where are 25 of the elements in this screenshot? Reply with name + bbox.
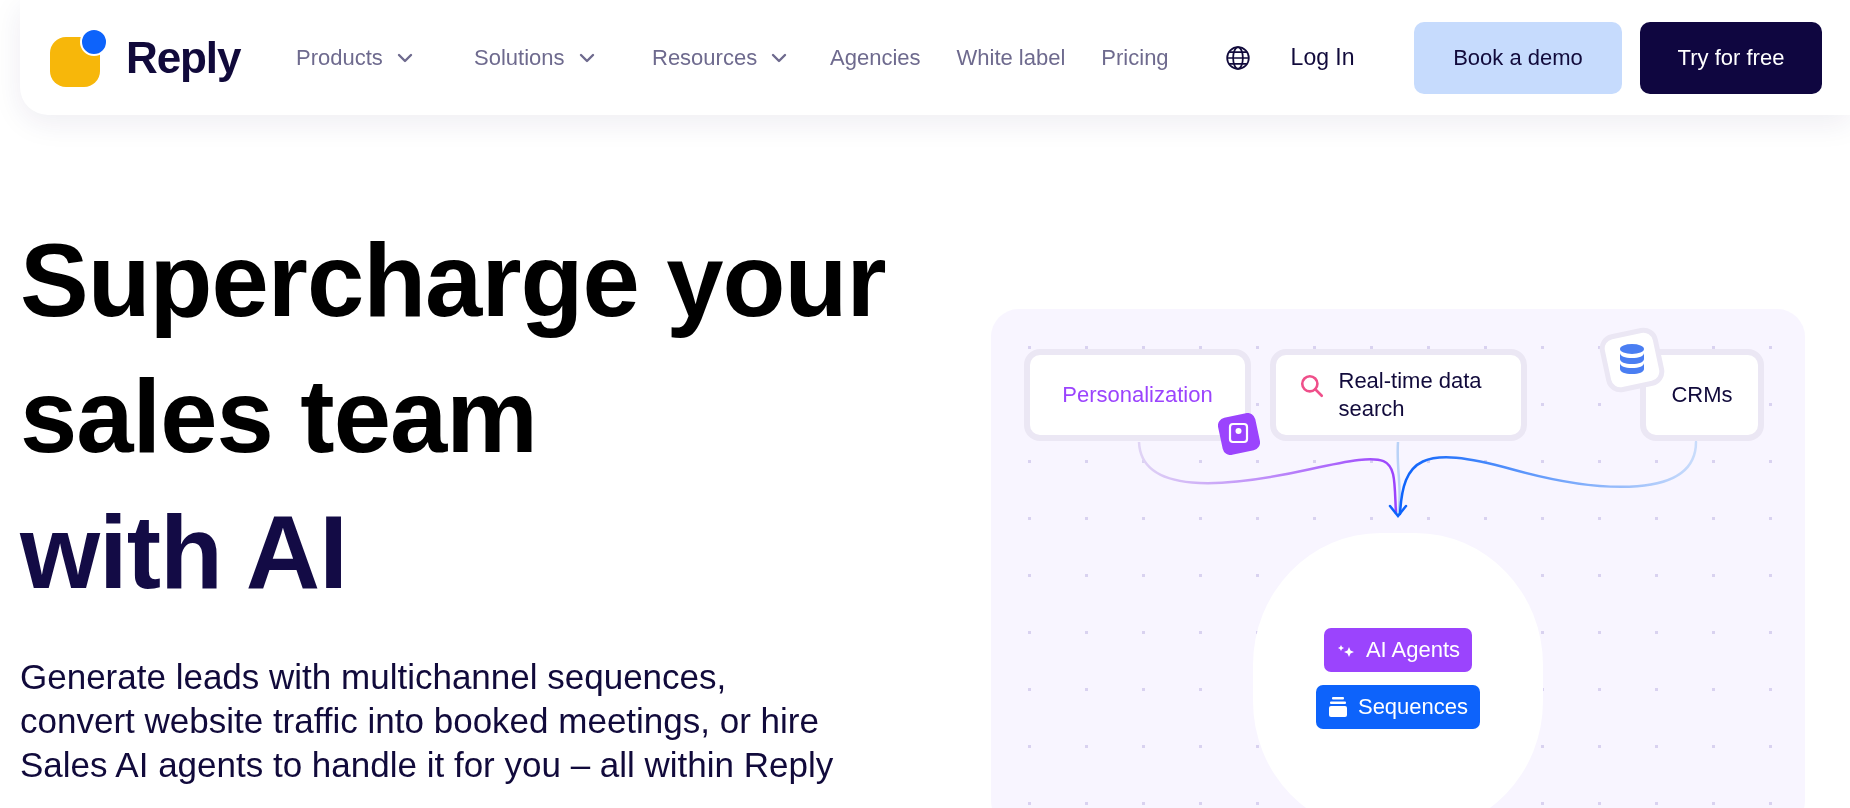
hero-heading-line: Supercharge your [20, 222, 886, 340]
nav-link[interactable]: Pricing [1101, 41, 1169, 74]
hero-heading-line: sales team [20, 358, 537, 476]
hero-heading-line: with AI [20, 494, 347, 612]
chevron-down-icon [578, 52, 595, 63]
chevron-down-icon [396, 52, 413, 63]
nav-link[interactable]: White label [956, 41, 1066, 74]
chevron-down-icon [771, 52, 788, 63]
stack-icon [1327, 695, 1348, 718]
nav-link[interactable]: Products [296, 41, 474, 74]
globe-icon[interactable] [1224, 44, 1251, 71]
nav-link[interactable]: Resources [652, 41, 830, 74]
nav-link[interactable]: Solutions [474, 41, 652, 74]
search-icon [1298, 373, 1325, 399]
book-demo-button[interactable]: Book a demo [1414, 21, 1622, 94]
try-free-button[interactable]: Try for free [1640, 21, 1822, 94]
source-label: CRMs [1671, 381, 1733, 409]
feature-tag: AI Agents [1323, 627, 1473, 672]
source-label: Real-time data search [1338, 367, 1483, 423]
source-label: Personalization [1062, 381, 1213, 409]
hero-description: Generate leads with multichannel sequences, convert website traffic into booked meetings, or hire Sales AI agents to handle it for you – all within Reply [20, 656, 835, 786]
nav-link[interactable]: Agencies [830, 41, 921, 74]
feature-tag: Sequences [1315, 684, 1481, 729]
logo-text[interactable]: Reply [126, 24, 241, 91]
login-link[interactable]: Log In [1290, 40, 1355, 75]
